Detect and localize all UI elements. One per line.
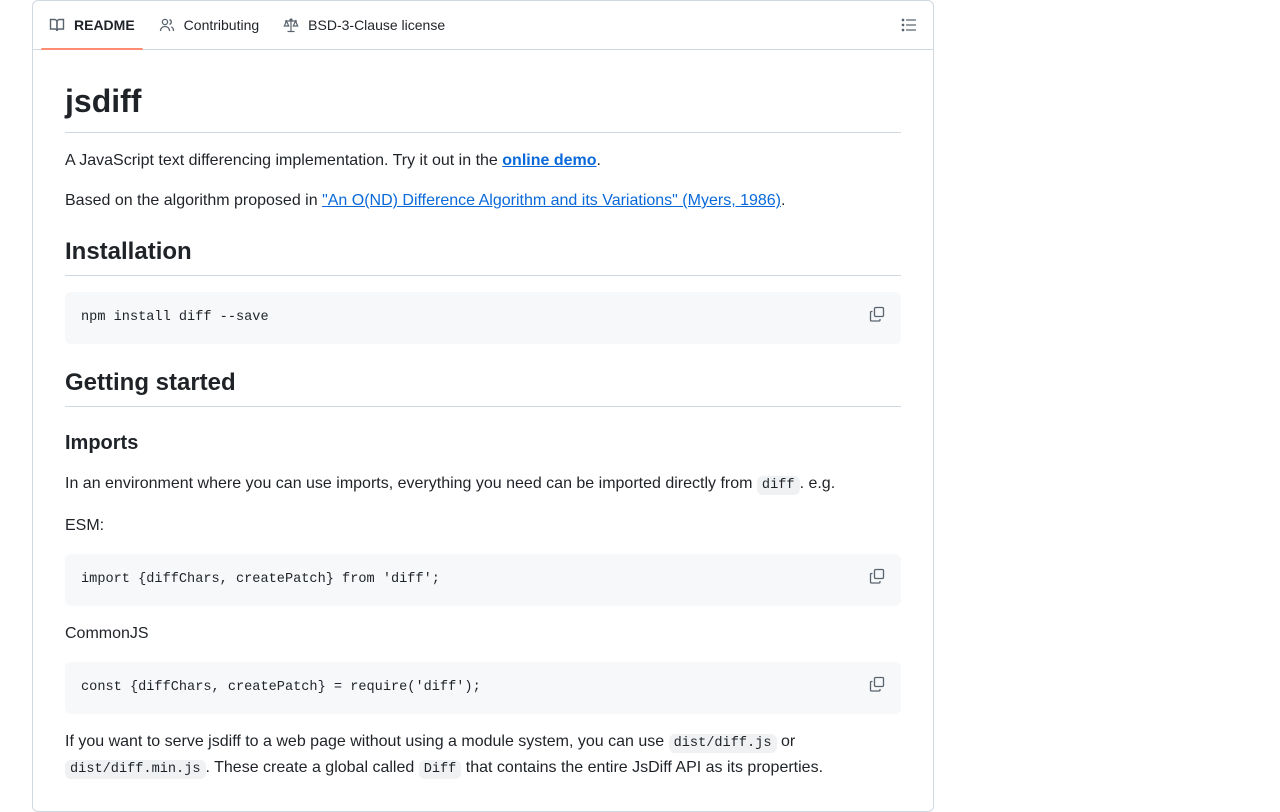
imports-text: In an environment where you can use impo… [65,475,757,492]
copy-commonjs-button[interactable] [869,676,885,692]
readme-title: jsdiff [65,50,901,133]
installation-heading: Installation [65,237,901,276]
myers-paper-link[interactable]: "An O(ND) Difference Algorithm and its V… [322,192,781,209]
inline-code-dist-diff: dist/diff.js [668,734,777,753]
serve-text-3: . These create a global called [205,759,419,776]
esm-code-block: import {diffChars, createPatch} from 'di… [65,554,901,606]
list-unordered-icon [901,17,917,33]
commonjs-label: CommonJS [65,625,149,642]
copy-esm-button[interactable] [869,568,885,584]
copy-icon [869,306,885,322]
based-on-text: Based on the algorithm proposed in [65,192,323,209]
commonjs-code-block: const {diffChars, createPatch} = require… [65,662,901,714]
tab-license[interactable]: BSD-3-Clause license [275,1,453,49]
install-code-block: npm install diff --save [65,292,901,344]
online-demo-link[interactable]: online demo [502,152,596,169]
copy-icon [869,568,885,584]
imports-heading: Imports [65,432,139,454]
serve-paragraph: If you want to serve jsdiff to a web pag… [65,730,901,782]
tab-license-label: BSD-3-Clause license [308,17,446,33]
tab-contributing-label: Contributing [183,17,260,33]
readme-tabbar: README Contributing BSD-3-Clause license [33,1,933,50]
serve-text-2: or [776,733,796,750]
outline-button[interactable] [901,17,917,33]
copy-icon [869,676,885,692]
people-icon [159,17,175,33]
inline-code-diff-global: Diff [418,760,462,779]
inline-code-dist-diff-min: dist/diff.min.js [65,760,206,779]
book-icon [49,17,65,33]
intro-text: A JavaScript text differencing implement… [65,152,503,169]
commonjs-code: const {diffChars, createPatch} = require… [81,680,481,695]
esm-label: ESM: [65,517,105,534]
esm-code: import {diffChars, createPatch} from 'di… [81,572,440,587]
imports-tail: . e.g. [799,475,836,492]
based-on-paragraph: Based on the algorithm proposed in "An O… [65,189,901,213]
tab-readme-label: README [74,17,135,33]
intro-tail: . [596,152,601,169]
tab-contributing[interactable]: Contributing [151,1,268,49]
getting-started-heading: Getting started [65,368,901,407]
imports-paragraph: In an environment where you can use impo… [65,472,901,498]
serve-text-1: If you want to serve jsdiff to a web pag… [65,733,669,750]
copy-install-button[interactable] [869,306,885,322]
inline-code-diff: diff [756,476,800,495]
tab-readme[interactable]: README [41,1,143,50]
install-code: npm install diff --save [81,310,269,325]
readme-body: jsdiff A JavaScript text differencing im… [33,50,933,782]
readme-card: README Contributing BSD-3-Clause license… [32,0,934,812]
serve-text-4: that contains the entire JsDiff API as i… [461,759,824,776]
based-on-tail: . [781,192,786,209]
law-icon [283,17,299,33]
intro-paragraph: A JavaScript text differencing implement… [65,149,901,173]
